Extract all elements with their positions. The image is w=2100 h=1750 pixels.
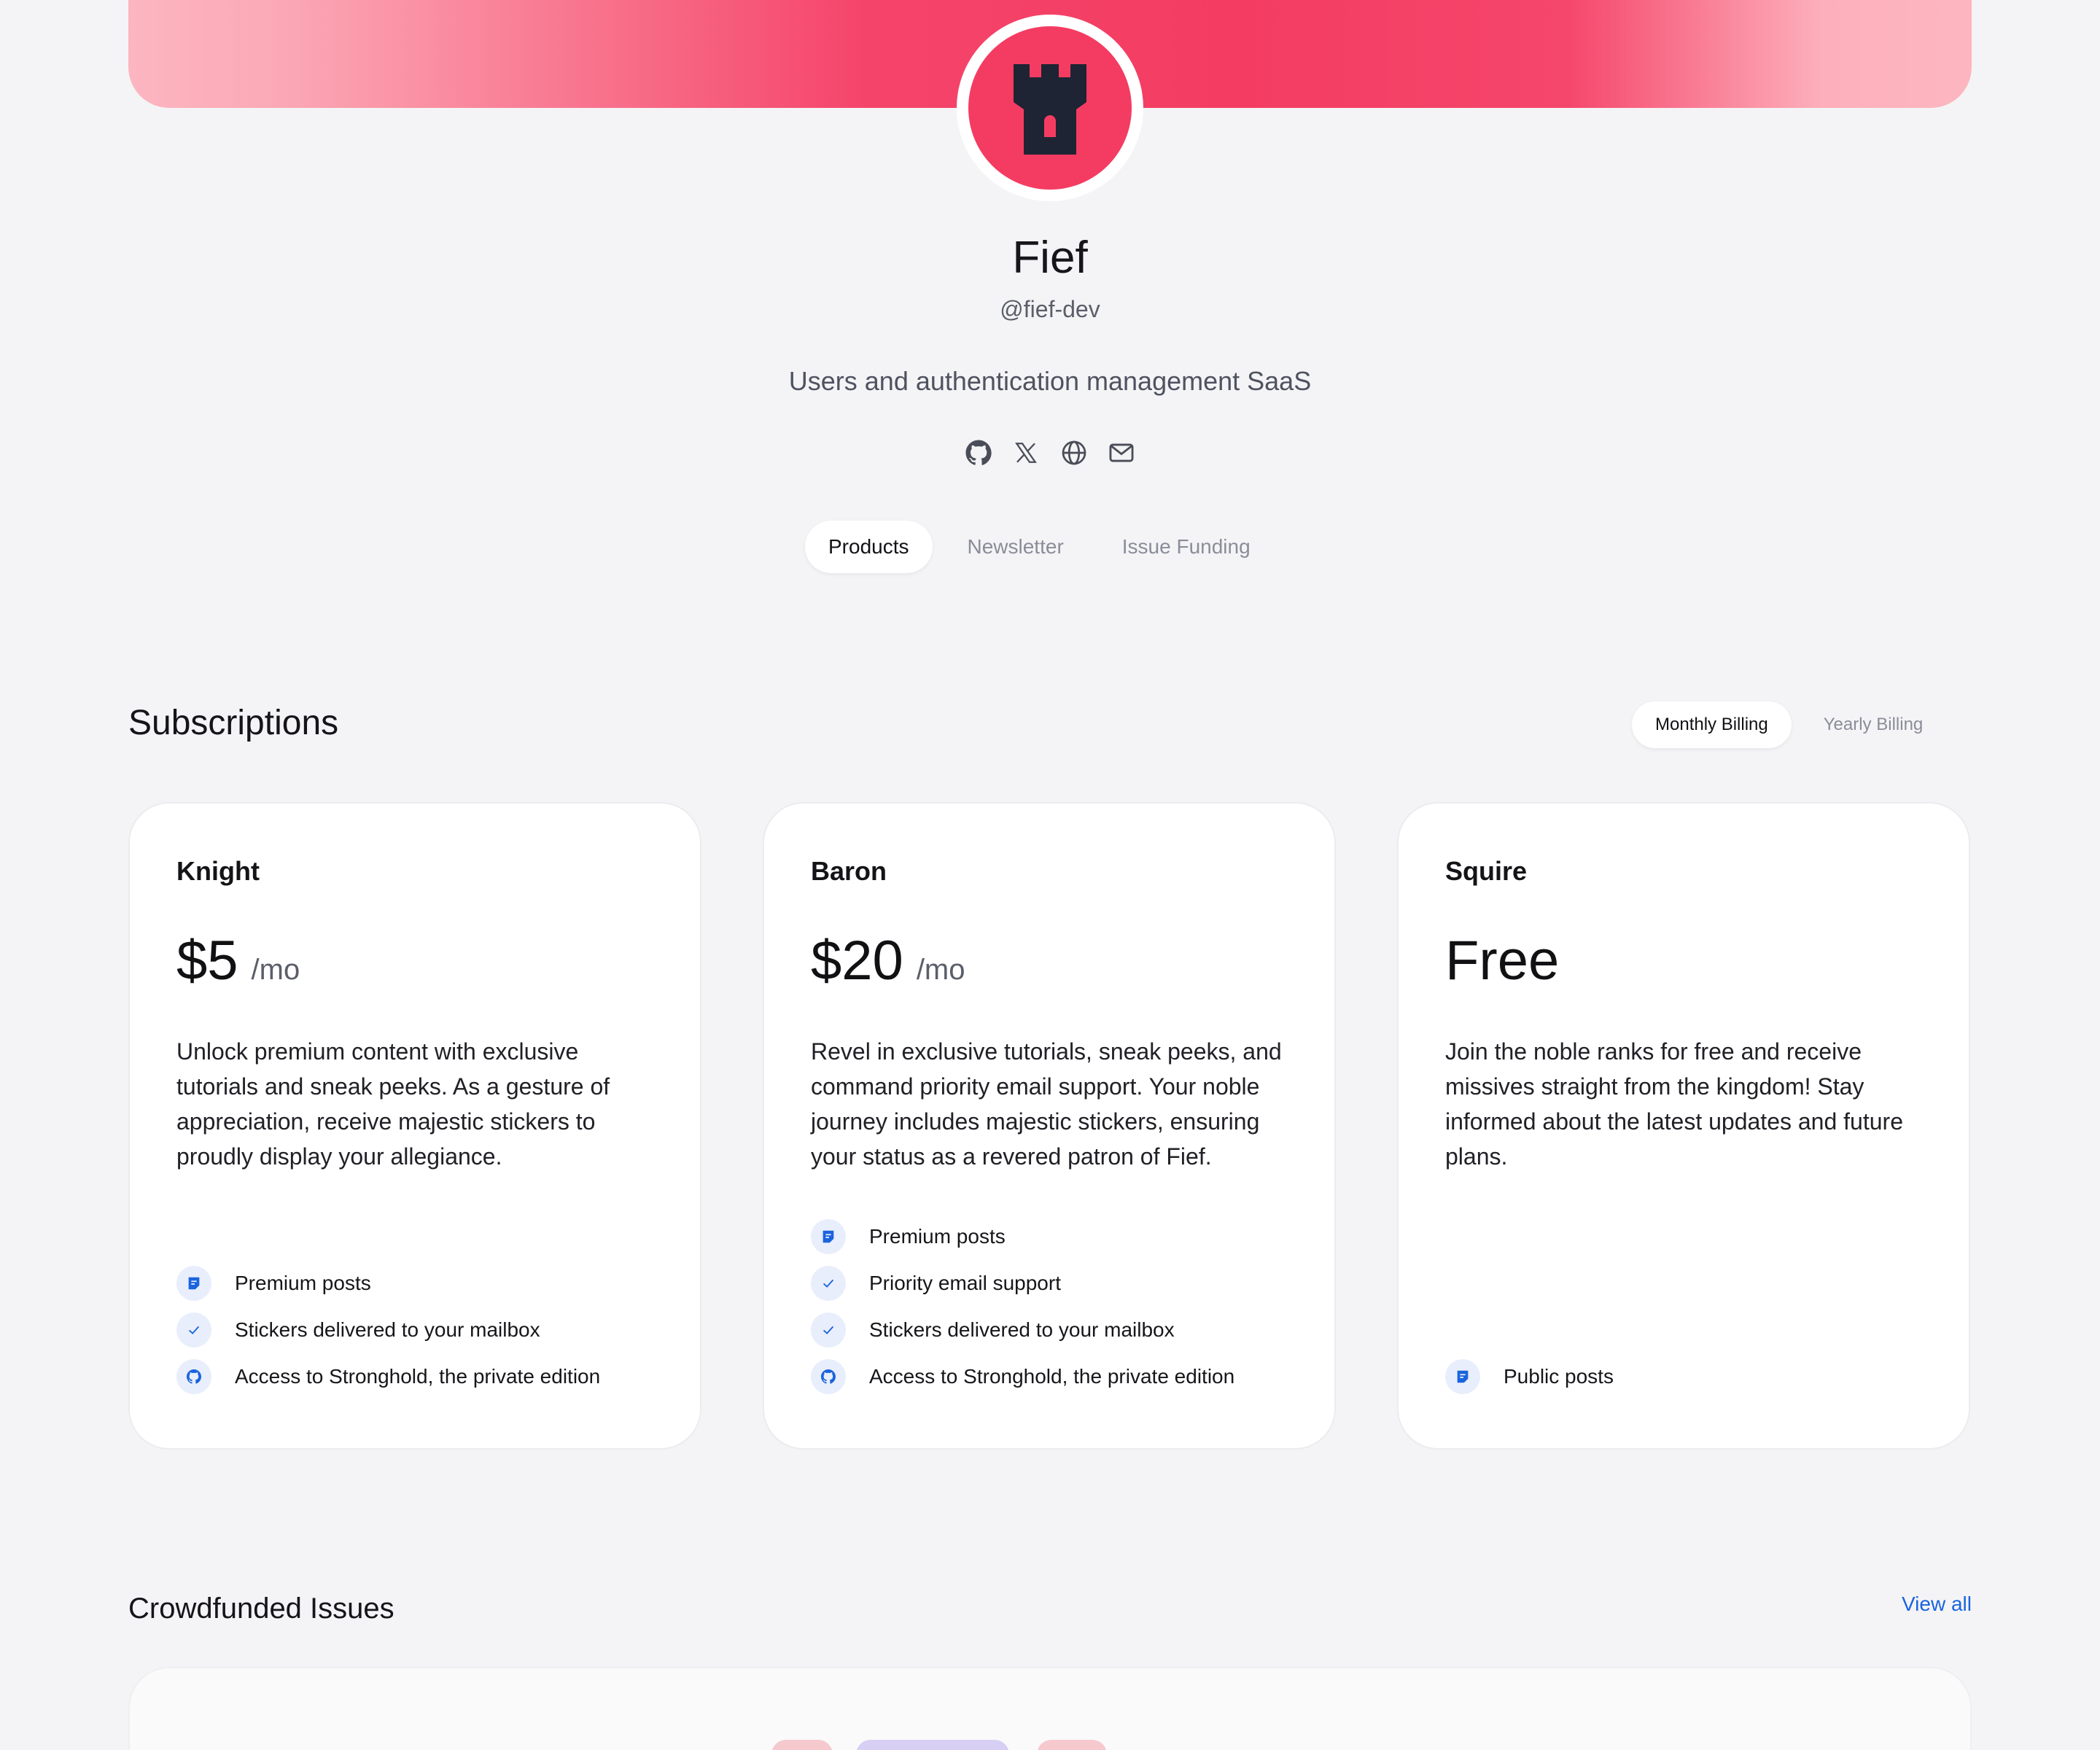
issue-card[interactable] [128,1667,1972,1750]
tier-price: $20 [811,930,903,992]
benefit-item: Stickers delivered to your mailbox [811,1307,1305,1353]
post-icon [811,1219,846,1254]
benefit-label: Access to Stronghold, the private editio… [235,1365,601,1388]
tier-card-baron[interactable]: Baron $20 /mo Revel in exclusive tutoria… [763,802,1336,1450]
check-icon [811,1312,846,1348]
benefit-item: Public posts [1445,1353,1940,1400]
tier-name: Baron [811,856,887,886]
benefit-label: Priority email support [869,1272,1061,1294]
benefit-label: Access to Stronghold, the private editio… [869,1365,1235,1388]
issue-label-tag [1037,1740,1107,1750]
issue-label-tag [771,1740,833,1750]
organization-handle: @fief-dev [1000,296,1100,322]
benefit-label: Premium posts [235,1272,371,1294]
post-icon [1445,1359,1480,1394]
tier-description: Revel in exclusive tutorials, sneak peek… [811,1038,1282,1170]
benefit-label: Stickers delivered to your mailbox [235,1318,540,1341]
tier-description: Unlock premium content with exclusive tu… [176,1038,610,1170]
billing-toggle: Monthly Billing Yearly Billing [1632,701,1946,748]
github-icon [811,1359,846,1394]
tier-name: Squire [1445,856,1528,886]
globe-icon[interactable] [1058,437,1090,469]
post-icon [176,1266,211,1301]
check-icon [811,1266,846,1301]
organization-page: Fief @fief-dev Users and authentication … [0,0,2100,1750]
benefit-label: Public posts [1504,1365,1614,1388]
benefit-label: Premium posts [869,1225,1006,1248]
crowdfunded-heading: Crowdfunded Issues [128,1592,394,1625]
check-icon [176,1312,211,1348]
tier-price-row: $5 /mo [176,929,653,1002]
monthly-billing-button[interactable]: Monthly Billing [1632,701,1792,748]
github-icon [176,1359,211,1394]
view-all-link[interactable]: View all [1896,1592,1972,1616]
benefit-item: Access to Stronghold, the private editio… [811,1353,1305,1400]
tab-newsletter[interactable]: Newsletter [944,521,1087,573]
benefit-item: Premium posts [176,1260,671,1307]
profile-tabs: Products Newsletter Issue Funding [805,521,1274,573]
organization-name: Fief [1012,233,1088,283]
tier-card-squire[interactable]: Squire Free Join the noble ranks for fre… [1397,802,1970,1450]
issue-label-tag [856,1740,1009,1750]
tier-description: Join the noble ranks for free and receiv… [1445,1038,1903,1170]
tier-price-row: Free [1445,929,1922,1002]
tier-price-row: $20 /mo [811,929,1288,1002]
tier-benefits: Premium posts Priority email support Sti… [811,1213,1305,1400]
tier-card-knight[interactable]: Knight $5 /mo Unlock premium content wit… [128,802,701,1450]
benefit-item: Priority email support [811,1260,1305,1307]
castle-logo-icon [968,26,1132,190]
tier-price: $5 [176,930,238,992]
benefit-item: Premium posts [811,1213,1305,1260]
organization-description: Users and authentication management SaaS [788,366,1312,396]
tab-products[interactable]: Products [805,521,933,573]
tier-period: /mo [916,954,965,986]
tier-name: Knight [176,856,260,886]
benefit-item: Access to Stronghold, the private editio… [176,1353,671,1400]
github-icon[interactable] [962,437,995,469]
benefit-label: Stickers delivered to your mailbox [869,1318,1175,1341]
benefit-item: Stickers delivered to your mailbox [176,1307,671,1353]
tier-price: Free [1445,930,1560,992]
tab-issue-funding[interactable]: Issue Funding [1099,521,1274,573]
yearly-billing-button[interactable]: Yearly Billing [1800,701,1947,748]
tier-benefits: Public posts [1445,1353,1940,1400]
x-icon[interactable] [1010,437,1042,469]
social-links [962,435,1138,471]
mail-icon[interactable] [1105,437,1138,469]
avatar [957,15,1143,201]
tier-benefits: Premium posts Stickers delivered to your… [176,1260,671,1400]
subscriptions-heading: Subscriptions [128,704,339,742]
tier-period: /mo [251,954,300,986]
